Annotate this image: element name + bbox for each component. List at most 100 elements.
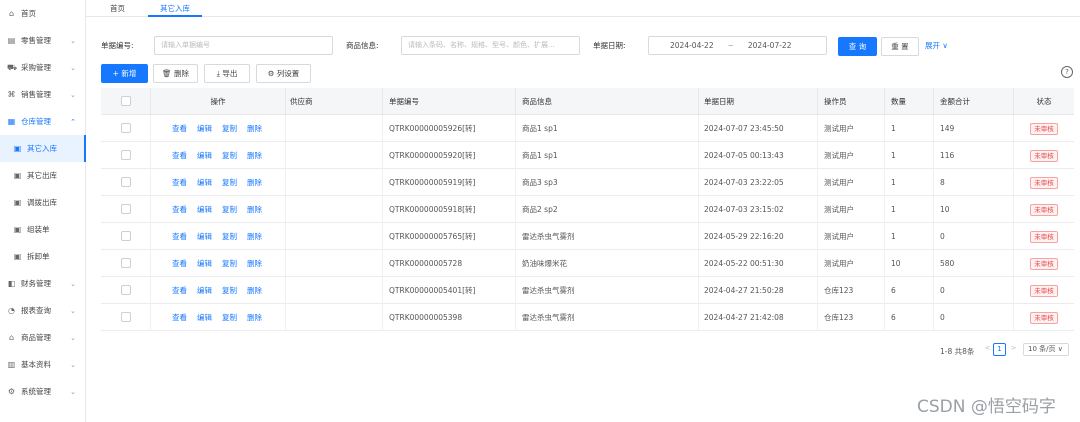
row-checkbox[interactable] [121, 177, 131, 187]
delete-link[interactable]: 删除 [247, 205, 262, 214]
copy-link[interactable]: 复制 [222, 178, 237, 187]
sidebar-item-0[interactable]: ⌂ 首页 [0, 0, 86, 27]
table-row[interactable]: 查看 编辑 复制 删除 QTRK00000005401[转] 雷达杀虫气雾剂 2024-04… [101, 277, 1074, 304]
sidebar-item-7[interactable]: ▣ 调拨出库 [0, 189, 86, 216]
sidebar-item-12[interactable]: ⌂ 商品管理 ⌄ [0, 324, 86, 351]
sidebar-item-label: 系统管理 [21, 387, 51, 396]
delete-link[interactable]: 删除 [247, 151, 262, 160]
sidebar-item-2[interactable]: ⛟ 采购管理 ⌄ [0, 54, 86, 81]
edit-link[interactable]: 编辑 [197, 232, 212, 241]
reset-button[interactable]: 重 置 [881, 37, 919, 56]
cell-actions: 查看 编辑 复制 删除 [151, 169, 286, 196]
cell-actions: 查看 编辑 复制 删除 [151, 277, 286, 304]
row-checkbox[interactable] [121, 150, 131, 160]
cell-amount: 10 [934, 196, 1014, 223]
sidebar-item-13[interactable]: ▥ 基本资料 ⌄ [0, 351, 86, 378]
goods-info-input[interactable]: 请输入条码、名称、规格、型号、颜色、扩展... [401, 36, 580, 55]
edit-link[interactable]: 编辑 [197, 259, 212, 268]
chevron-up-icon: ⌃ [70, 117, 76, 126]
table-row[interactable]: 查看 编辑 复制 删除 QTRK00000005728 奶油味爆米花 2024-05-22 … [101, 250, 1074, 277]
add-button[interactable]: + 新增 [101, 64, 148, 83]
cell-bill-no: QTRK00000005919[转] [383, 169, 516, 196]
edit-link[interactable]: 编辑 [197, 286, 212, 295]
copy-link[interactable]: 复制 [222, 205, 237, 214]
row-checkbox[interactable] [121, 312, 131, 322]
bill-date-label: 单据日期: [593, 41, 626, 50]
trash-icon: 🗑 [162, 69, 172, 78]
status-badge: 未审核 [1030, 150, 1058, 162]
delete-link[interactable]: 删除 [247, 286, 262, 295]
sidebar-item-label: 采购管理 [21, 63, 51, 72]
row-checkbox[interactable] [121, 204, 131, 214]
help-icon[interactable]: ? [1061, 66, 1073, 78]
edit-link[interactable]: 编辑 [197, 151, 212, 160]
copy-link[interactable]: 复制 [222, 151, 237, 160]
sidebar-item-3[interactable]: ⌘ 销售管理 ⌄ [0, 81, 86, 108]
tab-other-inbound[interactable]: 其它入库 [148, 0, 202, 17]
date-start[interactable]: 2024-04-22 [670, 41, 714, 50]
copy-link[interactable]: 复制 [222, 286, 237, 295]
view-link[interactable]: 查看 [172, 286, 187, 295]
tab-home[interactable]: 首页 [98, 0, 137, 17]
delete-link[interactable]: 删除 [247, 178, 262, 187]
delete-link[interactable]: 删除 [247, 232, 262, 241]
view-link[interactable]: 查看 [172, 205, 187, 214]
copy-link[interactable]: 复制 [222, 259, 237, 268]
date-end[interactable]: 2024-07-22 [748, 41, 792, 50]
delete-link[interactable]: 删除 [247, 259, 262, 268]
view-link[interactable]: 查看 [172, 313, 187, 322]
sidebar-item-8[interactable]: ▣ 组装单 [0, 216, 86, 243]
table-row[interactable]: 查看 编辑 复制 删除 QTRK00000005919[转] 商品3 sp3 2024-07… [101, 169, 1074, 196]
view-link[interactable]: 查看 [172, 178, 187, 187]
cell-actions: 查看 编辑 复制 删除 [151, 250, 286, 277]
query-button[interactable]: 查 询 [838, 37, 877, 56]
select-all-checkbox[interactable] [121, 96, 131, 106]
bill-date-range-picker[interactable]: 2024-04-22 ~ 2024-07-22 [648, 36, 827, 55]
view-link[interactable]: 查看 [172, 232, 187, 241]
next-page-button[interactable]: > [1007, 343, 1020, 356]
sidebar-item-11[interactable]: ◔ 报表查询 ⌄ [0, 297, 86, 324]
export-button[interactable]: ⤓ 导出 [204, 64, 250, 83]
delete-button[interactable]: 🗑 删除 [153, 64, 198, 83]
copy-link[interactable]: 复制 [222, 232, 237, 241]
bill-no-input[interactable]: 请输入单据编号 [154, 36, 333, 55]
cell-amount: 0 [934, 277, 1014, 304]
page-1-button[interactable]: 1 [993, 343, 1006, 356]
sidebar-item-14[interactable]: ⚙ 系统管理 ⌄ [0, 378, 86, 405]
doc-icon: ▣ [13, 198, 22, 207]
cell-goods: 奶油味爆米花 [516, 250, 699, 277]
sidebar-item-label: 调拨出库 [27, 198, 57, 207]
view-link[interactable]: 查看 [172, 259, 187, 268]
table-row[interactable]: 查看 编辑 复制 删除 QTRK00000005398 雷达杀虫气雾剂 2024-04-27… [101, 304, 1074, 331]
sidebar-item-6[interactable]: ▣ 其它出库 [0, 162, 86, 189]
row-checkbox[interactable] [121, 285, 131, 295]
cell-status: 未审核 [1014, 142, 1074, 169]
expand-link[interactable]: 展开 ∨ [925, 40, 948, 51]
page-size-select[interactable]: 10 条/页 ∨ [1023, 343, 1069, 356]
sidebar-item-1[interactable]: ▤ 零售管理 ⌄ [0, 27, 86, 54]
view-link[interactable]: 查看 [172, 151, 187, 160]
column-settings-button[interactable]: ⚙ 列设置 [256, 64, 311, 83]
edit-link[interactable]: 编辑 [197, 205, 212, 214]
table-row[interactable]: 查看 编辑 复制 删除 QTRK00000005926[转] 商品1 sp1 2024-07… [101, 115, 1074, 142]
sidebar-item-9[interactable]: ▣ 拆卸单 [0, 243, 86, 270]
view-link[interactable]: 查看 [172, 124, 187, 133]
copy-link[interactable]: 复制 [222, 313, 237, 322]
edit-link[interactable]: 编辑 [197, 178, 212, 187]
delete-link[interactable]: 删除 [247, 313, 262, 322]
table-row[interactable]: 查看 编辑 复制 删除 QTRK00000005920[转] 商品1 sp1 2024-07… [101, 142, 1074, 169]
sidebar-item-label: 其它出库 [27, 171, 57, 180]
edit-link[interactable]: 编辑 [197, 313, 212, 322]
table-row[interactable]: 查看 编辑 复制 删除 QTRK00000005918[转] 商品2 sp2 2024-07… [101, 196, 1074, 223]
status-badge: 未审核 [1030, 204, 1058, 216]
row-checkbox[interactable] [121, 231, 131, 241]
sidebar-item-10[interactable]: ◧ 财务管理 ⌄ [0, 270, 86, 297]
sidebar-item-4[interactable]: ▦ 仓库管理 ⌃ [0, 108, 86, 135]
copy-link[interactable]: 复制 [222, 124, 237, 133]
delete-link[interactable]: 删除 [247, 124, 262, 133]
row-checkbox[interactable] [121, 258, 131, 268]
row-checkbox[interactable] [121, 123, 131, 133]
table-row[interactable]: 查看 编辑 复制 删除 QTRK00000005765[转] 雷达杀虫气雾剂 2024-05… [101, 223, 1074, 250]
sidebar-item-5[interactable]: ▣ 其它入库 [0, 135, 86, 162]
edit-link[interactable]: 编辑 [197, 124, 212, 133]
